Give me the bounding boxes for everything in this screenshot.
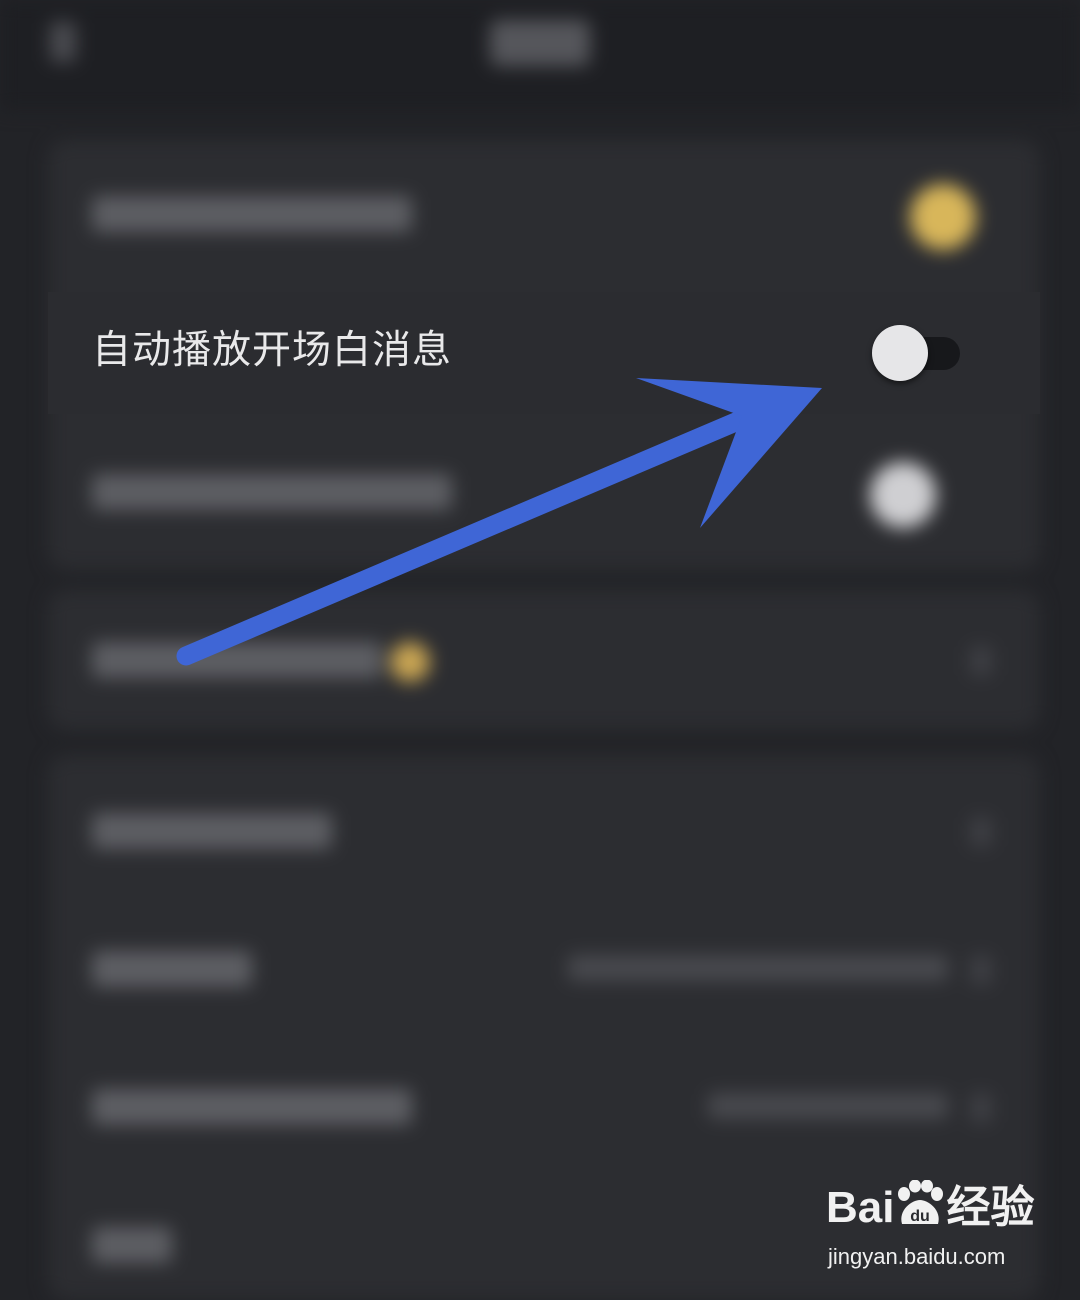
arrow-shaft [176,408,755,666]
annotation-arrow [176,378,822,666]
settings-screen: 自动播放开场白消息 Bai du 经验 jingyan.baidu.com [0,0,1080,1300]
watermark-logo: Bai du 经验 [826,1180,1034,1236]
watermark-logo-text-left: Bai [826,1183,895,1232]
paw-text: du [911,1208,931,1225]
watermark-logo-text-right: 经验 [946,1183,1035,1232]
paw-icon: du [898,1180,944,1225]
baidu-jingyan-watermark: Bai du 经验 jingyan.baidu.com [826,1180,1046,1280]
watermark-url: jingyan.baidu.com [828,1244,1006,1269]
